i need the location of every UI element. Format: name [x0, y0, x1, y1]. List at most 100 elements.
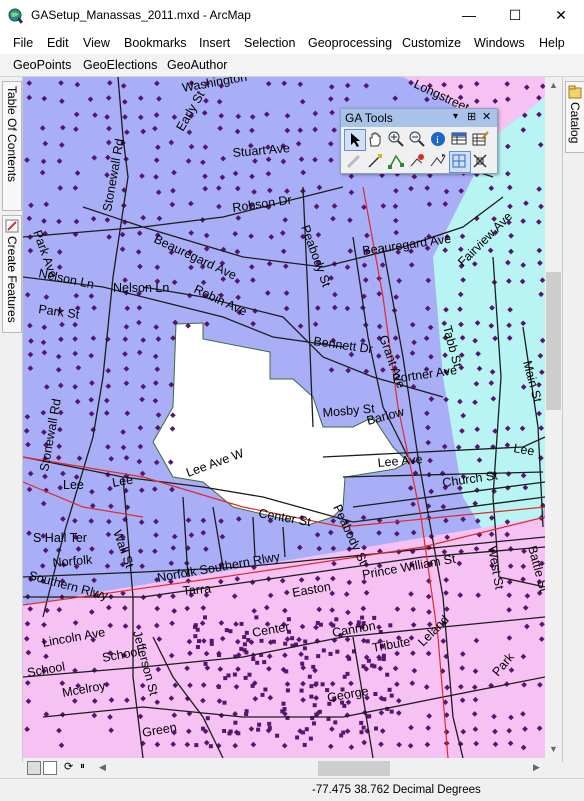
layout-view-button[interactable]	[43, 761, 57, 775]
flag-line-icon[interactable]	[428, 151, 448, 171]
draw-line-icon[interactable]	[365, 151, 385, 171]
address-point	[389, 709, 394, 714]
pencil-icon[interactable]	[344, 151, 364, 171]
address-point	[275, 733, 280, 738]
menu-edit[interactable]: Edit	[47, 36, 69, 50]
svg-text:i: i	[436, 134, 439, 146]
minimize-button[interactable]: —	[446, 0, 492, 30]
close-button[interactable]: ✕	[538, 0, 584, 30]
address-point	[366, 658, 371, 663]
vertex-icon[interactable]	[386, 151, 406, 171]
menu-help[interactable]: Help	[539, 36, 565, 50]
address-point	[195, 645, 200, 649]
zoom-in-icon[interactable]	[386, 129, 406, 149]
vertical-scrollbar[interactable]: ▲ ▼	[545, 77, 562, 758]
address-point	[302, 646, 307, 651]
toolbar-geoelections[interactable]: GeoElections	[83, 58, 157, 72]
menu-windows[interactable]: Windows	[474, 36, 525, 50]
address-point	[304, 727, 309, 732]
ga-tools-close-button[interactable]: ✕	[482, 110, 491, 123]
scroll-down-icon[interactable]: ▼	[549, 744, 558, 754]
toolbar-geoauthor[interactable]: GeoAuthor	[167, 58, 227, 72]
address-point	[209, 641, 214, 646]
edit-table-icon[interactable]	[470, 129, 490, 149]
tab-create-features[interactable]: Create Features	[2, 215, 22, 333]
tab-catalog[interactable]: Catalog	[565, 81, 584, 153]
scroll-up-icon[interactable]: ▲	[549, 80, 558, 90]
address-point	[361, 725, 366, 730]
menu-selection[interactable]: Selection	[244, 36, 295, 50]
zoom-out-icon[interactable]	[407, 129, 427, 149]
address-point	[254, 615, 259, 620]
scroll-right-icon[interactable]: ▶	[533, 762, 540, 773]
cross-snap-icon[interactable]	[470, 151, 490, 171]
address-point	[300, 661, 305, 666]
address-point	[260, 692, 265, 697]
status-bar: -77.475 38.762 Decimal Degrees	[0, 778, 584, 801]
address-point	[304, 655, 309, 660]
map-canvas[interactable]: WashingtonStuart AveEarly StStonewall Rd…	[23, 77, 545, 758]
scroll-left-icon[interactable]: ◀	[99, 762, 106, 773]
ga-tools-pin-icon[interactable]: ⊞	[467, 110, 476, 123]
menu-file[interactable]: File	[13, 36, 33, 50]
add-point-icon[interactable]	[407, 151, 427, 171]
address-point	[251, 657, 256, 661]
menu-bar: File Edit View Bookmarks Insert Selectio…	[0, 32, 584, 54]
window-title: GASetup_Manassas_2011.mxd - ArcMap	[31, 8, 251, 22]
map-view[interactable]: Washington Stuart Ave Early St Stonewall Rd…	[23, 77, 545, 758]
toolbar-geopoints[interactable]: GeoPoints	[13, 58, 71, 72]
address-point	[311, 664, 316, 669]
table-icon[interactable]	[449, 129, 469, 149]
tab-table-of-contents-label: Table Of Contents	[5, 86, 19, 183]
horizontal-scroll-thumb[interactable]	[318, 761, 390, 776]
menu-view[interactable]: View	[83, 36, 110, 50]
grid-icon[interactable]	[449, 151, 471, 173]
address-point	[359, 720, 364, 725]
address-point	[255, 660, 260, 665]
address-point	[243, 675, 248, 680]
address-point	[262, 660, 267, 665]
address-point	[382, 697, 387, 702]
address-point	[377, 656, 382, 661]
view-controls: ⟳ ⏸	[23, 760, 95, 777]
select-arrow-icon[interactable]	[344, 129, 366, 151]
address-point	[208, 744, 213, 749]
maximize-button[interactable]: ☐	[492, 0, 538, 30]
data-view-button[interactable]	[27, 761, 41, 775]
address-point	[280, 709, 285, 714]
address-point	[365, 639, 370, 644]
menu-insert[interactable]: Insert	[199, 36, 230, 50]
address-point	[194, 743, 199, 748]
menu-bookmarks[interactable]: Bookmarks	[124, 36, 187, 50]
address-point	[228, 729, 233, 734]
address-point	[347, 656, 352, 661]
address-point	[242, 635, 247, 639]
pan-hand-icon[interactable]	[365, 129, 385, 149]
pause-drawing-icon[interactable]: ⏸	[80, 761, 85, 772]
refresh-icon[interactable]: ⟳	[64, 760, 73, 773]
address-point	[307, 674, 312, 679]
horizontal-scrollbar[interactable]: ◀ ▶	[96, 760, 545, 777]
menu-customize[interactable]: Customize	[402, 36, 461, 50]
address-point	[216, 684, 221, 689]
arcmap-globe-icon	[8, 8, 24, 24]
address-point	[335, 649, 340, 654]
address-point	[316, 654, 321, 659]
address-point	[381, 657, 386, 662]
address-point	[374, 726, 378, 731]
ga-tools-menu-icon[interactable]: ▾	[453, 111, 458, 122]
address-point	[203, 615, 207, 620]
identify-icon[interactable]: i	[428, 129, 448, 149]
vertical-scroll-thumb[interactable]	[546, 272, 561, 410]
address-point	[223, 676, 228, 681]
address-point	[308, 736, 313, 741]
ga-tools-titlebar[interactable]: GA Tools ▾ ⊞ ✕	[341, 109, 497, 127]
menu-geoprocessing[interactable]: Geoprocessing	[308, 36, 392, 50]
tab-table-of-contents[interactable]: Table Of Contents	[2, 81, 22, 211]
address-point	[373, 692, 378, 696]
address-point	[302, 742, 307, 747]
address-point	[267, 726, 272, 731]
address-point	[283, 641, 288, 646]
address-point	[242, 642, 247, 647]
address-point	[267, 721, 272, 726]
